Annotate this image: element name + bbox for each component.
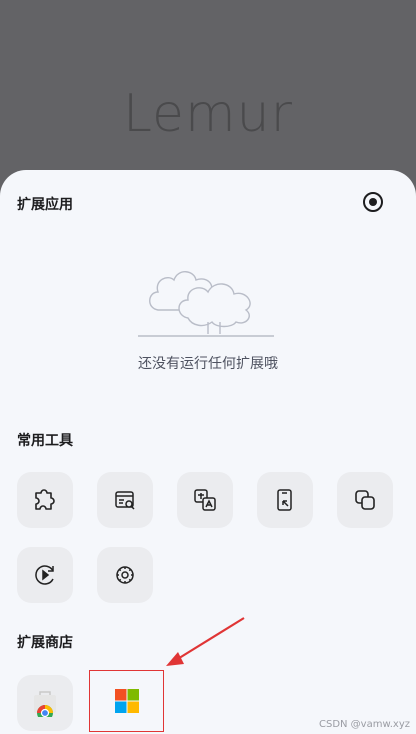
chrome-web-store-icon[interactable] bbox=[17, 675, 73, 731]
brand-logo: Lemur bbox=[122, 84, 294, 144]
translate-icon[interactable] bbox=[177, 472, 233, 528]
copy-icon[interactable] bbox=[337, 472, 393, 528]
puzzle-icon[interactable] bbox=[17, 472, 73, 528]
watermark: CSDN @vamw.xyz bbox=[318, 719, 410, 730]
microsoft-store-icon[interactable] bbox=[89, 670, 164, 732]
gear-icon[interactable] bbox=[97, 547, 153, 603]
page-search-icon[interactable] bbox=[97, 472, 153, 528]
extensions-title: 扩展应用 bbox=[17, 197, 73, 213]
phone-pointer-icon[interactable] bbox=[257, 472, 313, 528]
tools-title: 常用工具 bbox=[17, 433, 73, 449]
refresh-play-icon[interactable] bbox=[17, 547, 73, 603]
eye-settings-icon[interactable] bbox=[362, 191, 384, 213]
empty-state-text: 还没有运行任何扩展哦 bbox=[138, 356, 278, 372]
store-title: 扩展商店 bbox=[17, 635, 73, 651]
extension-bottom-sheet: 扩展应用 还没有运行任何扩展哦 常用工具 扩展商店 CSDN @vamw.xyz bbox=[0, 170, 416, 734]
empty-state-illustration bbox=[138, 271, 274, 337]
